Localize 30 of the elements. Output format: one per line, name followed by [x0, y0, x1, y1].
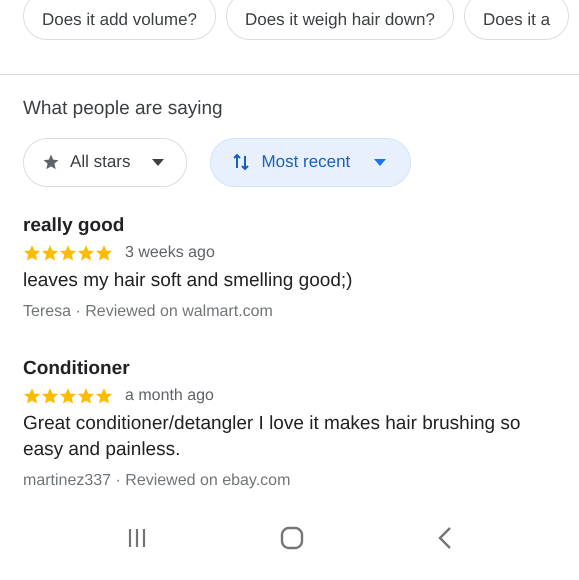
- star-icon: [77, 386, 95, 404]
- filter-dropdown[interactable]: All stars: [23, 138, 188, 186]
- filter-dropdown[interactable]: Most recent: [210, 138, 412, 186]
- review-text: Great conditioner/detangler I love it makes hair brushing so easy and painless.: [23, 412, 522, 462]
- star-icon: [23, 244, 41, 262]
- review-source: martinez337 · Reviewed on ebay.com: [23, 470, 290, 490]
- star-icon: [95, 386, 113, 404]
- star-icon: [59, 386, 77, 404]
- dropdown-caret-icon: [374, 158, 386, 166]
- review-title: really good: [23, 214, 124, 238]
- review-date: a month ago: [125, 386, 214, 406]
- question-chip[interactable]: Does it a: [464, 0, 570, 40]
- review-source: Teresa · Reviewed on walmart.com: [23, 302, 273, 322]
- section-heading: What people are saying: [23, 97, 223, 121]
- sort-arrows-icon: [233, 152, 250, 172]
- question-chip[interactable]: Does it weigh hair down?: [226, 0, 454, 40]
- home-icon[interactable]: [280, 526, 304, 550]
- review-title: Conditioner: [23, 356, 130, 380]
- review-date: 3 weeks ago: [125, 242, 215, 262]
- review-text: leaves my hair soft and smelling good;): [23, 268, 354, 292]
- star-icon: [59, 244, 77, 262]
- dropdown-caret-icon: [152, 158, 164, 166]
- star-icon: [77, 244, 95, 262]
- star-icon: [95, 244, 113, 262]
- star-icon: [23, 386, 41, 404]
- star-icon: [41, 244, 59, 262]
- star-icon: [42, 153, 60, 171]
- back-icon[interactable]: [436, 526, 453, 550]
- star-icon: [41, 386, 59, 404]
- question-chip[interactable]: Does it add volume?: [23, 0, 216, 40]
